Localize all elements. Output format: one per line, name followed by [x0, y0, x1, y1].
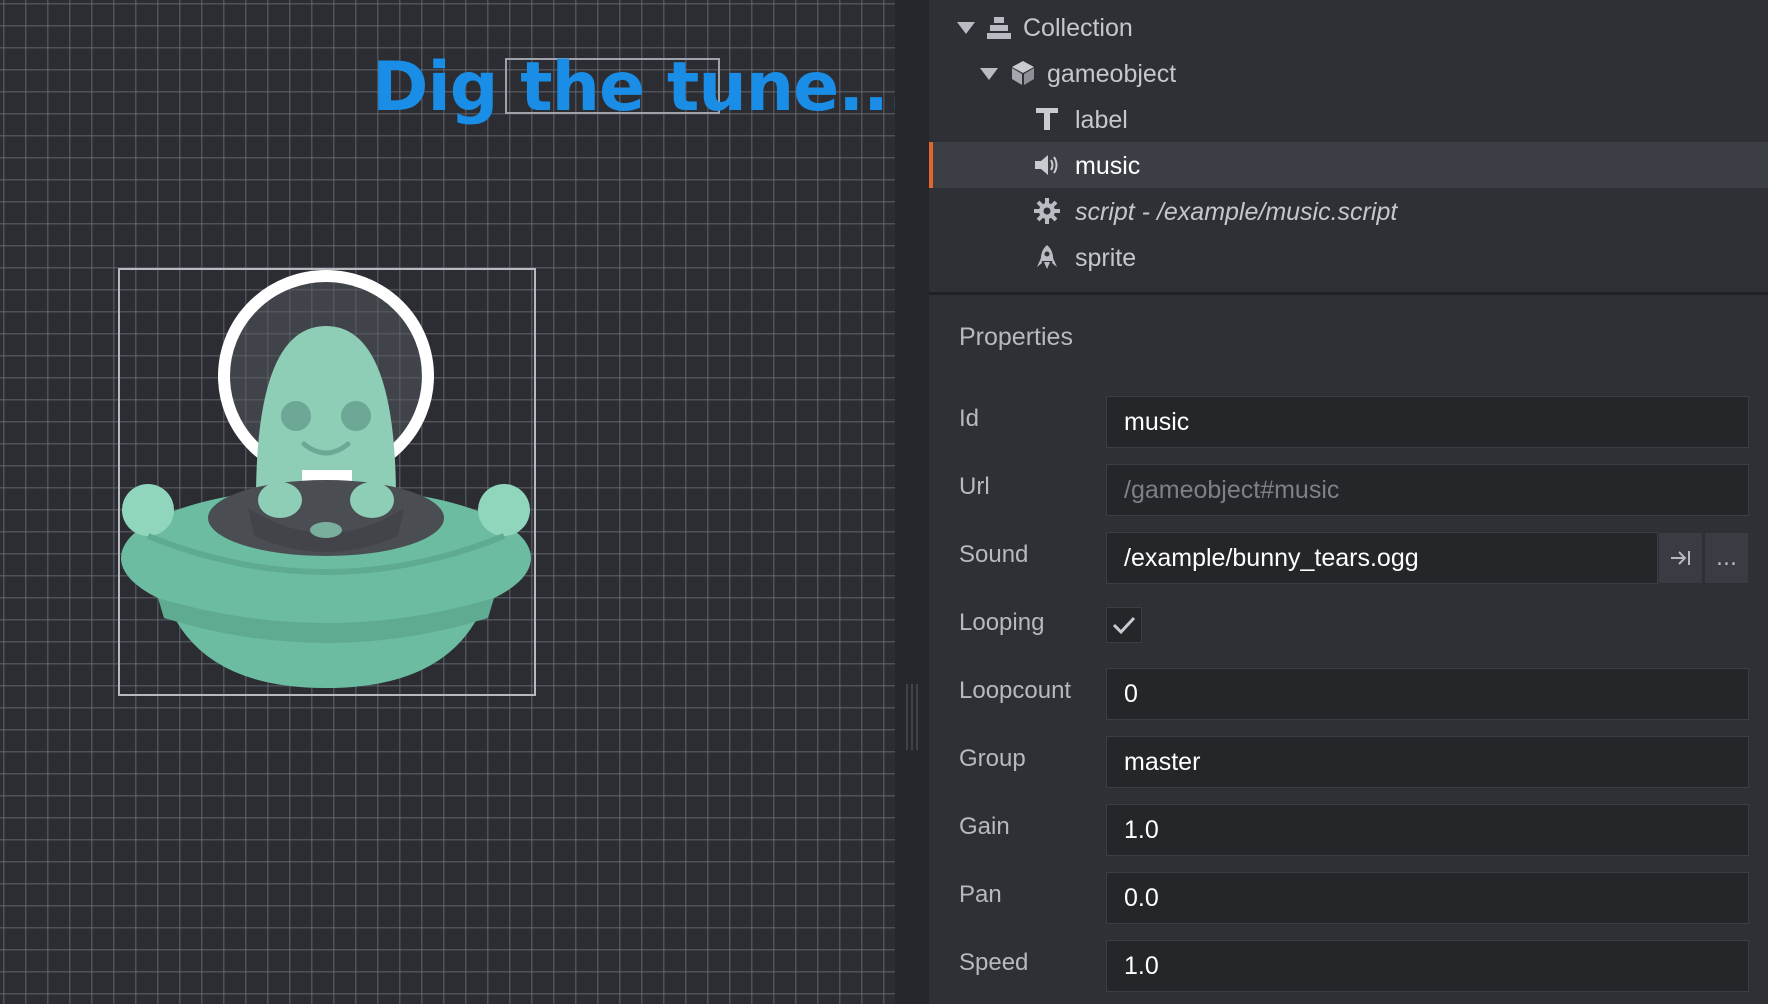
- properties-panel: Properties Id music Url /gameobject#musi…: [929, 295, 1768, 1004]
- gear-icon: [1034, 198, 1060, 224]
- gameobject-icon: [1012, 61, 1034, 85]
- looping-label: Looping: [959, 609, 1045, 636]
- selection-marker: [929, 142, 933, 188]
- editor-window: Dig the tune... Collection gameobject la…: [0, 0, 1768, 1004]
- gain-field[interactable]: 1.0: [1106, 804, 1749, 856]
- scene-label-text[interactable]: Dig the tune...: [372, 48, 895, 127]
- tree-item-music[interactable]: music: [929, 142, 1768, 188]
- sprite-selection-box: [118, 268, 536, 696]
- looping-checkbox[interactable]: [1106, 607, 1142, 643]
- id-label: Id: [959, 405, 980, 432]
- expand-arrow-icon[interactable]: [957, 22, 975, 34]
- tree-item-sprite[interactable]: sprite: [929, 234, 1768, 280]
- tree-item-label: Collection: [1023, 14, 1133, 42]
- group-label: Group: [959, 745, 1026, 772]
- go-to-resource-icon[interactable]: [1658, 532, 1703, 584]
- gain-label: Gain: [959, 813, 1010, 840]
- sound-field[interactable]: /example/bunny_tears.ogg: [1106, 532, 1658, 584]
- checkmark-icon: [1112, 616, 1136, 635]
- url-label: Url: [959, 473, 990, 500]
- tree-item-collection[interactable]: Collection: [929, 4, 1768, 50]
- panel-splitter[interactable]: [895, 0, 929, 1004]
- tree-item-script[interactable]: script - /example/music.script: [929, 188, 1768, 234]
- group-field[interactable]: master: [1106, 736, 1749, 788]
- tree-item-gameobject[interactable]: gameobject: [929, 50, 1768, 96]
- splitter-handle[interactable]: [906, 684, 918, 750]
- text-label-icon: [1036, 108, 1058, 130]
- url-field[interactable]: /gameobject#music: [1106, 464, 1749, 516]
- collection-icon: [987, 17, 1011, 39]
- outline-panel: Collection gameobject label music script…: [929, 0, 1768, 292]
- speed-field[interactable]: 1.0: [1106, 940, 1749, 992]
- sound-icon: [1035, 155, 1058, 175]
- id-field[interactable]: music: [1106, 396, 1749, 448]
- tree-item-label-component[interactable]: label: [929, 96, 1768, 142]
- speed-label: Speed: [959, 949, 1029, 976]
- tree-item-label: label: [1075, 106, 1128, 134]
- loopcount-field[interactable]: 0: [1106, 668, 1749, 720]
- pan-field[interactable]: 0.0: [1106, 872, 1749, 924]
- pan-label: Pan: [959, 881, 1002, 908]
- loopcount-label: Loopcount: [959, 677, 1072, 704]
- expand-arrow-icon[interactable]: [980, 68, 998, 80]
- sprite-icon: [1037, 245, 1057, 269]
- tree-item-label: gameobject: [1047, 60, 1177, 88]
- properties-title: Properties: [959, 323, 1073, 351]
- tree-item-label: sprite: [1075, 244, 1137, 272]
- scene-viewport[interactable]: Dig the tune...: [0, 0, 895, 1004]
- tree-item-label: music: [1075, 152, 1141, 180]
- browse-button[interactable]: ...: [1704, 532, 1749, 584]
- sound-label: Sound: [959, 541, 1029, 568]
- tree-item-label: script - /example/music.script: [1075, 198, 1398, 226]
